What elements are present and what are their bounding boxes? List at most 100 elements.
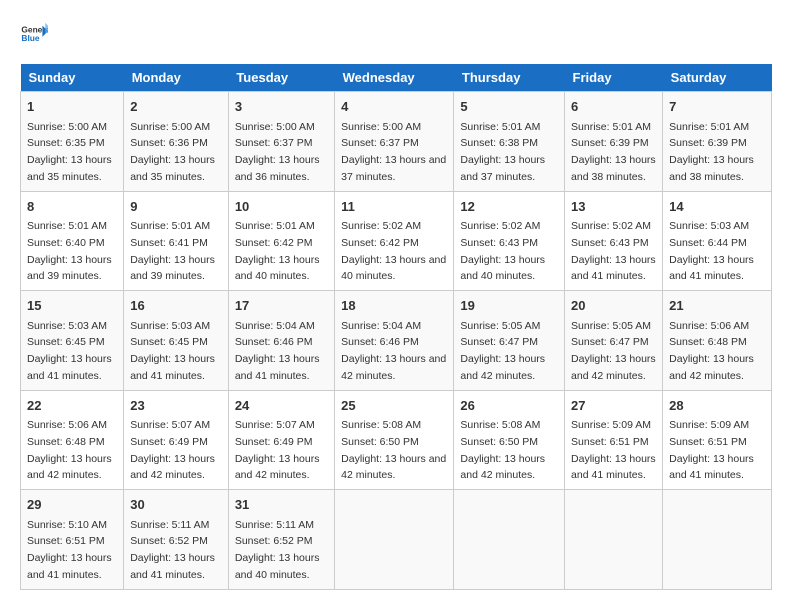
calendar-day: 15 Sunrise: 5:03 AM Sunset: 6:45 PM Dayl… [21,291,124,391]
calendar-day [565,490,663,590]
calendar-day [663,490,772,590]
calendar-day [335,490,454,590]
day-number: 5 [460,97,558,117]
day-number: 2 [130,97,222,117]
day-daylight: Daylight: 13 hours and 42 minutes. [235,453,320,482]
day-daylight: Daylight: 13 hours and 41 minutes. [669,453,754,482]
calendar-day: 2 Sunrise: 5:00 AM Sunset: 6:36 PM Dayli… [124,92,229,192]
calendar-day: 27 Sunrise: 5:09 AM Sunset: 6:51 PM Dayl… [565,390,663,490]
day-daylight: Daylight: 13 hours and 41 minutes. [571,254,656,283]
calendar-day: 21 Sunrise: 5:06 AM Sunset: 6:48 PM Dayl… [663,291,772,391]
day-daylight: Daylight: 13 hours and 42 minutes. [460,453,545,482]
page-header: General Blue [20,20,772,48]
day-daylight: Daylight: 13 hours and 41 minutes. [235,353,320,382]
day-sunset: Sunset: 6:48 PM [27,436,105,448]
day-sunrise: Sunrise: 5:04 AM [235,320,315,332]
calendar-day: 29 Sunrise: 5:10 AM Sunset: 6:51 PM Dayl… [21,490,124,590]
day-sunrise: Sunrise: 5:01 AM [669,121,749,133]
day-sunrise: Sunrise: 5:07 AM [130,419,210,431]
day-sunrise: Sunrise: 5:01 AM [235,220,315,232]
day-number: 11 [341,197,447,217]
day-daylight: Daylight: 13 hours and 37 minutes. [341,154,446,183]
day-sunrise: Sunrise: 5:04 AM [341,320,421,332]
day-sunrise: Sunrise: 5:01 AM [460,121,540,133]
day-daylight: Daylight: 13 hours and 41 minutes. [571,453,656,482]
calendar-body: 1 Sunrise: 5:00 AM Sunset: 6:35 PM Dayli… [21,92,772,590]
day-number: 13 [571,197,656,217]
day-sunset: Sunset: 6:39 PM [571,137,649,149]
svg-text:Blue: Blue [21,33,39,43]
day-number: 29 [27,495,117,515]
calendar-table: SundayMondayTuesdayWednesdayThursdayFrid… [20,64,772,590]
day-sunrise: Sunrise: 5:00 AM [130,121,210,133]
day-number: 8 [27,197,117,217]
calendar-day: 19 Sunrise: 5:05 AM Sunset: 6:47 PM Dayl… [454,291,565,391]
day-sunrise: Sunrise: 5:08 AM [460,419,540,431]
day-sunset: Sunset: 6:37 PM [341,137,419,149]
calendar-day: 18 Sunrise: 5:04 AM Sunset: 6:46 PM Dayl… [335,291,454,391]
day-number: 15 [27,296,117,316]
day-daylight: Daylight: 13 hours and 42 minutes. [669,353,754,382]
calendar-day: 14 Sunrise: 5:03 AM Sunset: 6:44 PM Dayl… [663,191,772,291]
day-daylight: Daylight: 13 hours and 42 minutes. [341,453,446,482]
day-sunrise: Sunrise: 5:00 AM [235,121,315,133]
day-number: 17 [235,296,328,316]
day-number: 6 [571,97,656,117]
day-sunrise: Sunrise: 5:01 AM [27,220,107,232]
day-sunset: Sunset: 6:51 PM [571,436,649,448]
day-number: 26 [460,396,558,416]
day-sunrise: Sunrise: 5:05 AM [571,320,651,332]
calendar-day: 4 Sunrise: 5:00 AM Sunset: 6:37 PM Dayli… [335,92,454,192]
calendar-day: 31 Sunrise: 5:11 AM Sunset: 6:52 PM Dayl… [228,490,334,590]
day-daylight: Daylight: 13 hours and 41 minutes. [130,353,215,382]
day-number: 18 [341,296,447,316]
day-daylight: Daylight: 13 hours and 41 minutes. [669,254,754,283]
day-number: 19 [460,296,558,316]
day-number: 23 [130,396,222,416]
day-sunrise: Sunrise: 5:03 AM [27,320,107,332]
calendar-day: 17 Sunrise: 5:04 AM Sunset: 6:46 PM Dayl… [228,291,334,391]
day-number: 25 [341,396,447,416]
day-number: 10 [235,197,328,217]
calendar-header: SundayMondayTuesdayWednesdayThursdayFrid… [21,64,772,92]
day-sunset: Sunset: 6:48 PM [669,336,747,348]
calendar-day: 10 Sunrise: 5:01 AM Sunset: 6:42 PM Dayl… [228,191,334,291]
day-sunset: Sunset: 6:42 PM [235,237,313,249]
day-number: 16 [130,296,222,316]
day-sunrise: Sunrise: 5:05 AM [460,320,540,332]
day-daylight: Daylight: 13 hours and 42 minutes. [130,453,215,482]
day-number: 1 [27,97,117,117]
day-sunset: Sunset: 6:51 PM [669,436,747,448]
calendar-day: 8 Sunrise: 5:01 AM Sunset: 6:40 PM Dayli… [21,191,124,291]
day-sunrise: Sunrise: 5:09 AM [669,419,749,431]
logo-icon: General Blue [20,20,48,48]
header-cell-sunday: Sunday [21,64,124,92]
day-sunrise: Sunrise: 5:11 AM [235,519,314,531]
logo: General Blue [20,20,54,48]
header-cell-saturday: Saturday [663,64,772,92]
day-daylight: Daylight: 13 hours and 38 minutes. [669,154,754,183]
calendar-day: 9 Sunrise: 5:01 AM Sunset: 6:41 PM Dayli… [124,191,229,291]
day-sunrise: Sunrise: 5:02 AM [571,220,651,232]
day-sunset: Sunset: 6:46 PM [235,336,313,348]
day-sunrise: Sunrise: 5:03 AM [130,320,210,332]
calendar-day: 22 Sunrise: 5:06 AM Sunset: 6:48 PM Dayl… [21,390,124,490]
day-sunset: Sunset: 6:44 PM [669,237,747,249]
day-sunset: Sunset: 6:40 PM [27,237,105,249]
day-number: 22 [27,396,117,416]
day-sunset: Sunset: 6:41 PM [130,237,208,249]
calendar-day: 12 Sunrise: 5:02 AM Sunset: 6:43 PM Dayl… [454,191,565,291]
calendar-day: 23 Sunrise: 5:07 AM Sunset: 6:49 PM Dayl… [124,390,229,490]
day-number: 31 [235,495,328,515]
calendar-day: 6 Sunrise: 5:01 AM Sunset: 6:39 PM Dayli… [565,92,663,192]
day-sunset: Sunset: 6:38 PM [460,137,538,149]
day-number: 21 [669,296,765,316]
day-daylight: Daylight: 13 hours and 42 minutes. [571,353,656,382]
day-number: 7 [669,97,765,117]
calendar-week-5: 29 Sunrise: 5:10 AM Sunset: 6:51 PM Dayl… [21,490,772,590]
day-daylight: Daylight: 13 hours and 35 minutes. [130,154,215,183]
day-sunset: Sunset: 6:42 PM [341,237,419,249]
calendar-day: 26 Sunrise: 5:08 AM Sunset: 6:50 PM Dayl… [454,390,565,490]
day-number: 12 [460,197,558,217]
day-number: 9 [130,197,222,217]
